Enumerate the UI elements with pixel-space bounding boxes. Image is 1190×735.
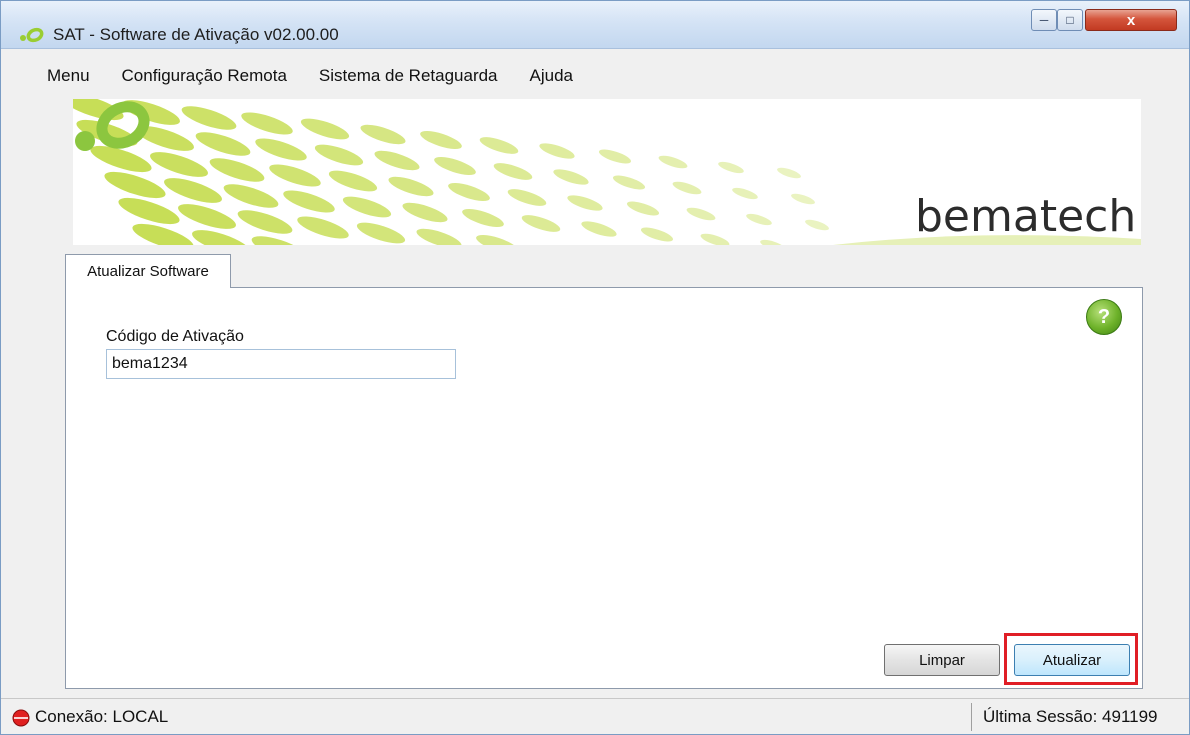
banner-dot [360, 124, 406, 145]
banner-dot [269, 164, 321, 187]
maximize-icon: □ [1066, 13, 1074, 27]
banner-dot [658, 155, 688, 169]
banner-dot [791, 193, 815, 205]
banner-dot [402, 202, 448, 223]
banner-dot [718, 161, 744, 174]
help-button[interactable]: ? [1086, 299, 1122, 335]
title-bar[interactable]: SAT - Software de Ativação v02.00.00 ─ □… [1, 1, 1189, 49]
banner-dot [297, 216, 349, 239]
activation-code-input[interactable] [106, 349, 456, 379]
banner-dot [164, 178, 222, 203]
minimize-icon: ─ [1039, 13, 1049, 27]
connection-status-icon [12, 709, 30, 727]
banner-dot [539, 143, 575, 159]
banner-dot [195, 132, 251, 156]
status-divider [971, 703, 972, 731]
banner-dot [686, 207, 716, 221]
banner-dot [241, 112, 293, 135]
banner-dot [553, 169, 589, 185]
close-icon: x [1126, 11, 1136, 29]
menu-item-ajuda[interactable]: Ajuda [530, 62, 573, 90]
banner-dot [746, 213, 772, 226]
banner-dot [420, 130, 462, 150]
banner-dot [567, 195, 603, 211]
banner-dot [374, 150, 420, 171]
banner-dot [416, 228, 462, 245]
banner-dot [448, 182, 490, 202]
close-button[interactable]: x [1085, 9, 1177, 31]
banner-dot [462, 208, 504, 228]
banner-dot [640, 227, 674, 242]
banner-dot [300, 118, 350, 140]
banner-dot [209, 158, 265, 182]
banner-dot [328, 170, 378, 192]
minimize-button[interactable]: ─ [1031, 9, 1057, 31]
banner-dot [255, 138, 307, 161]
banner-dot [150, 152, 208, 177]
banner-dot [388, 176, 434, 197]
banner-dot [672, 181, 702, 195]
banner-dot [434, 156, 476, 176]
bematech-logo-icon [20, 27, 44, 43]
last-session: Última Sessão: 491199 [983, 707, 1158, 726]
menu-item-sistema-de-retaguarda[interactable]: Sistema de Retaguarda [319, 62, 498, 90]
window-title: SAT - Software de Ativação v02.00.00 [53, 25, 339, 44]
banner-dot [476, 234, 518, 245]
banner-dot [104, 171, 166, 199]
banner-dot [181, 106, 237, 130]
banner-dot [314, 144, 364, 166]
banner-dot [479, 137, 519, 154]
tab-atualizar-software[interactable]: Atualizar Software [65, 254, 231, 288]
banner-dot [805, 219, 829, 231]
banner-dot [507, 189, 547, 206]
menu-bar: Menu Configuração Remota Sistema de Reta… [3, 59, 1189, 93]
banner-dot [251, 236, 307, 245]
banner-dot [178, 204, 236, 229]
activation-code-label: Código de Ativação [106, 328, 244, 345]
banner-dot [118, 197, 180, 225]
maximize-button[interactable]: □ [1057, 9, 1083, 31]
banner-dot [521, 215, 561, 232]
bematech-mark-icon [75, 101, 150, 151]
banner-dot [598, 149, 632, 164]
banner-dot [732, 187, 758, 200]
banner-dot [581, 221, 617, 237]
clear-button[interactable]: Limpar [884, 644, 1000, 676]
tab-panel: Código de Ativação ? Limpar Atualizar [65, 287, 1143, 689]
app-window: SAT - Software de Ativação v02.00.00 ─ □… [0, 0, 1190, 735]
question-icon: ? [1097, 305, 1111, 328]
banner-dot [283, 190, 335, 213]
banner-dot [612, 175, 646, 190]
banner-dot [342, 196, 392, 218]
banner-dot [760, 239, 786, 245]
brand-banner: bematech [73, 99, 1141, 245]
banner-dot [493, 163, 533, 180]
banner-dot [223, 184, 279, 208]
status-bar: Conexão: LOCAL Última Sessão: 491199 [1, 698, 1189, 734]
connection-status: Conexão: LOCAL [35, 707, 169, 726]
update-button[interactable]: Atualizar [1014, 644, 1130, 676]
menu-item-configuracao-remota[interactable]: Configuração Remota [122, 62, 287, 90]
banner-dot [356, 222, 406, 244]
banner-dot [777, 167, 801, 179]
banner-dot [626, 201, 660, 216]
menu-item-menu[interactable]: Menu [47, 62, 90, 90]
banner-dot [237, 210, 293, 234]
brand-wordmark: bematech [915, 191, 1137, 242]
banner-dot [700, 233, 730, 245]
